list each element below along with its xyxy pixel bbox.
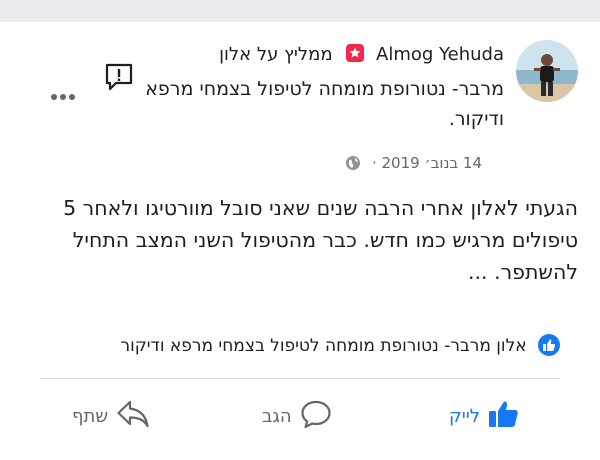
report-icon[interactable] xyxy=(104,62,134,96)
recommended-name[interactable]: אלון xyxy=(219,44,251,65)
recommend-icon xyxy=(346,44,365,62)
more-icon[interactable] xyxy=(50,86,76,105)
meta-separator: · xyxy=(371,154,377,172)
like-button[interactable]: לייק xyxy=(449,398,520,434)
post-meta: 14 בנוב׳ 2019 · xyxy=(345,154,482,175)
divider xyxy=(40,378,560,379)
comment-button[interactable]: הגב xyxy=(262,398,332,434)
post-card: Almog Yehuda ממליץ על אלון מרבר- נטורופת… xyxy=(0,22,600,460)
post-header: Almog Yehuda ממליץ על אלון מרבר- נטורופת… xyxy=(98,40,578,172)
comment-label: הגב xyxy=(262,405,292,427)
recommended-bio[interactable]: מרבר- נטורופת מומחה לטיפול בצמחי מרפא וד… xyxy=(94,74,504,134)
recommends-text: ממליץ על xyxy=(256,44,333,65)
avatar[interactable] xyxy=(516,40,578,102)
comment-icon xyxy=(300,399,332,434)
globe-icon xyxy=(345,155,361,175)
share-icon xyxy=(116,399,150,434)
recommended-page-link[interactable]: אלון מרבר- נטורופת מומחה לטיפול בצמחי מר… xyxy=(20,334,560,356)
author-line: Almog Yehuda ממליץ על אלון xyxy=(219,42,504,68)
recommended-page-name: אלון מרבר- נטורופת מומחה לטיפול בצמחי מר… xyxy=(120,336,527,356)
post-text: הגעתי לאלון אחרי הרבה שנים שאני סובל מוו… xyxy=(63,196,578,284)
like-icon xyxy=(488,399,520,434)
thumbs-up-icon xyxy=(538,334,560,356)
post-date[interactable]: 14 בנוב׳ 2019 xyxy=(382,154,483,172)
share-label: שתף xyxy=(72,405,109,427)
post-actions: לייק הגב שתף xyxy=(0,388,600,448)
author-name[interactable]: Almog Yehuda xyxy=(376,44,504,65)
share-button[interactable]: שתף xyxy=(72,398,150,434)
like-label: לייק xyxy=(448,405,480,427)
